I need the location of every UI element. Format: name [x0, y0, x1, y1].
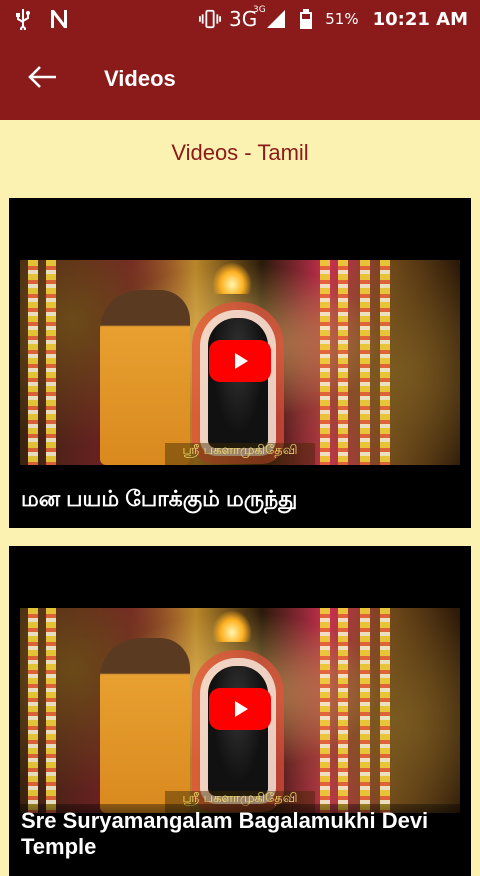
back-button[interactable]	[0, 38, 86, 120]
video-card[interactable]: ஸ்ரீ பகளாமுகிதேவி Sre Suryamangalam Baga…	[9, 546, 471, 876]
play-button[interactable]	[209, 688, 271, 730]
page-title: Videos	[104, 66, 176, 91]
status-bar: 3G 3G 51% 10:21 AM	[0, 0, 480, 38]
arrow-left-icon	[28, 65, 58, 93]
network-sup-label: 3G	[253, 5, 266, 15]
network-type-label: 3G 3G	[229, 5, 266, 31]
clock: 10:21 AM	[372, 8, 468, 30]
battery-icon	[295, 8, 317, 30]
play-button[interactable]	[209, 340, 271, 382]
section-title: Videos - Tamil	[171, 140, 309, 165]
app-bar: Videos	[0, 38, 480, 120]
battery-percent: 51%	[325, 10, 359, 28]
play-icon	[235, 701, 248, 717]
signal-icon	[265, 8, 287, 30]
thumbnail-caption: ஸ்ரீ பகளாமுகிதேவி	[165, 443, 315, 465]
video-card[interactable]: ஸ்ரீ பகளாமுகிதேவி மன பயம் போக்கும் மருந்…	[9, 198, 471, 528]
usb-icon	[12, 8, 34, 30]
video-title: மன பயம் போக்கும் மருந்து	[21, 486, 298, 511]
play-icon	[235, 353, 248, 369]
video-title: Sre Suryamangalam Bagalamukhi Devi Templ…	[21, 808, 429, 859]
vibrate-icon	[199, 8, 222, 30]
n-notification-icon	[48, 8, 70, 30]
